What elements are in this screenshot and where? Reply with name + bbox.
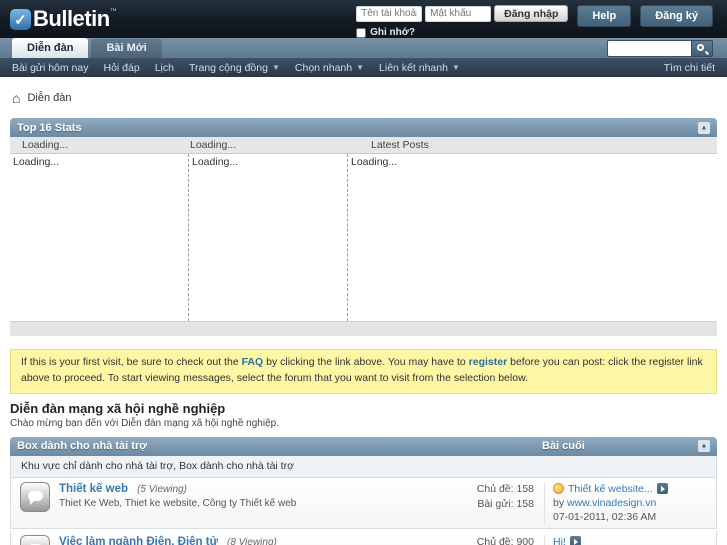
vbulletin-logo[interactable]: ✓ Bulletin ™ xyxy=(10,6,117,32)
notice-text: by clicking the link above. You may have… xyxy=(263,356,469,368)
nav-todays-posts[interactable]: Bài gửi hôm nay xyxy=(12,62,88,74)
stats-col2-loading: Loading... xyxy=(188,154,347,321)
smiley-icon xyxy=(553,482,564,494)
stats-footer xyxy=(10,321,717,336)
notice-text: If this is your first visit, be sure to … xyxy=(21,356,242,368)
category-title[interactable]: Box dành cho nhà tài trợ xyxy=(17,440,542,452)
speech-bubble-icon xyxy=(28,490,43,505)
stats-col1-header: Loading... xyxy=(22,139,69,151)
collapse-icon[interactable]: ▲ xyxy=(698,121,710,134)
nav-quick-select[interactable]: Chọn nhanh ▼ xyxy=(295,62,364,74)
nav-community[interactable]: Trang cộng đồng ▼ xyxy=(189,62,280,74)
last-post-link[interactable]: Hi! xyxy=(553,536,566,545)
breadcrumb: ⌂ Diễn đàn xyxy=(12,90,727,106)
category-header: Box dành cho nhà tài trợ Bài cuối ▲ xyxy=(10,436,717,456)
search-icon xyxy=(697,44,704,51)
stats-col1-loading: Loading... xyxy=(13,156,60,168)
forum-row: Việc làm ngành Điện, Điện tử (8 Viewing)… xyxy=(10,530,717,545)
forum-status-icon xyxy=(20,534,50,545)
last-post-date: 07-01-2011, 02:36 AM xyxy=(553,510,657,523)
stats-body: Loading... Loading... Loading... xyxy=(10,154,717,321)
last-post-cell: Hi! by Cydendorzhi Hôm nay, 01:05 AM xyxy=(544,534,716,545)
go-to-last-post-icon[interactable] xyxy=(569,535,581,545)
forum-row: Thiết kế web (5 Viewing) Thiet Ke Web, T… xyxy=(10,477,717,529)
stats-col3-header: Latest Posts xyxy=(371,139,429,151)
forum-status-icon xyxy=(20,481,50,512)
remember-label: Ghi nhớ? xyxy=(370,27,415,38)
home-icon[interactable]: ⌂ xyxy=(12,90,20,106)
last-post-column-header: Bài cuối xyxy=(542,440,585,452)
forum-stats: Chủ đề: 158 Bài gửi: 158 xyxy=(476,482,534,510)
chevron-down-icon: ▼ xyxy=(271,63,280,72)
viewing-count: (5 Viewing) xyxy=(137,483,187,495)
chevron-down-icon: ▼ xyxy=(356,63,365,72)
viewing-count: (8 Viewing) xyxy=(227,536,277,545)
stats-panel-title: Top 16 Stats xyxy=(17,121,82,134)
logo-text: Bulletin xyxy=(33,6,110,31)
stats-panel: Top 16 Stats ▲ Loading... Loading... Lat… xyxy=(10,118,717,336)
nav-advanced-search[interactable]: Tìm chi tiết xyxy=(664,62,715,74)
nav-faq[interactable]: Hỏi đáp xyxy=(103,62,139,74)
remember-checkbox[interactable] xyxy=(356,27,367,38)
search-button[interactable] xyxy=(691,40,713,57)
thread-count: 158 xyxy=(516,482,534,495)
password-input[interactable] xyxy=(425,5,492,22)
last-post-cell: Thiết kế website... by www.vinadesign.vn… xyxy=(544,481,716,524)
tab-new-posts[interactable]: Bài Mới xyxy=(91,39,162,58)
forum-link[interactable]: Việc làm ngành Điện, Điện tử xyxy=(59,536,218,545)
faq-link[interactable]: FAQ xyxy=(242,356,264,368)
login-button[interactable]: Đăng nhập xyxy=(494,5,569,22)
register-link[interactable]: register xyxy=(469,356,508,368)
forum-description: Thiet Ke Web, Thiet ke website, Công ty … xyxy=(59,497,297,509)
breadcrumb-label: Diễn đàn xyxy=(27,92,72,104)
page-title: Diễn đàn mạng xã hội nghề nghiệp xyxy=(10,400,226,416)
welcome-block: Diễn đàn mạng xã hội nghề nghiệp Chào mừ… xyxy=(10,401,727,429)
forum-stats: Chủ đề: 900 Bài gửi: 900 xyxy=(444,535,544,545)
help-button[interactable]: Help xyxy=(577,5,632,27)
tab-bar: Diễn đàn Bài Mới xyxy=(0,38,727,58)
stats-subheader: Loading... Loading... Latest Posts xyxy=(10,137,717,154)
category-description: Khu vực chỉ dành cho nhà tài trợ, Box dà… xyxy=(10,455,717,478)
search-box xyxy=(607,40,713,57)
nav-quick-links[interactable]: Liên kết nhanh ▼ xyxy=(379,62,460,74)
forum-link[interactable]: Thiết kế web xyxy=(59,483,128,495)
chevron-down-icon: ▼ xyxy=(451,63,460,72)
first-visit-notice: If this is your first visit, be sure to … xyxy=(10,349,717,394)
stats-col2-header: Loading... xyxy=(190,139,237,151)
register-button[interactable]: Đăng ký xyxy=(640,5,713,27)
last-post-author-link[interactable]: www.vinadesign.vn xyxy=(567,497,656,509)
top-header: ✓ Bulletin ™ Đăng nhập Ghi nhớ? Help Đăn… xyxy=(0,0,727,38)
tab-forum[interactable]: Diễn đàn xyxy=(12,38,89,58)
search-input[interactable] xyxy=(607,40,691,57)
trademark-symbol: ™ xyxy=(109,8,117,15)
nav-calendar[interactable]: Lịch xyxy=(155,62,174,74)
post-count: 158 xyxy=(516,497,534,510)
last-post-link[interactable]: Thiết kế website... xyxy=(568,483,653,495)
collapse-icon[interactable]: ▲ xyxy=(698,440,710,452)
page-subtitle: Chào mừng bạn đến với Diễn đàn mạng xã h… xyxy=(10,417,279,429)
vbulletin-check-icon: ✓ xyxy=(10,9,31,30)
go-to-last-post-icon[interactable] xyxy=(656,482,668,494)
login-area: Đăng nhập Ghi nhớ? Help Đăng ký xyxy=(356,5,713,38)
thread-count: 900 xyxy=(516,535,534,545)
forum-category: Box dành cho nhà tài trợ Bài cuối ▲ Khu … xyxy=(10,436,717,545)
username-input[interactable] xyxy=(356,5,423,22)
stats-col3-loading: Loading... xyxy=(347,154,717,321)
main-navbar: Bài gửi hôm nay Hỏi đáp Lịch Trang cộng … xyxy=(0,58,727,77)
stats-panel-header: Top 16 Stats ▲ xyxy=(10,118,717,137)
